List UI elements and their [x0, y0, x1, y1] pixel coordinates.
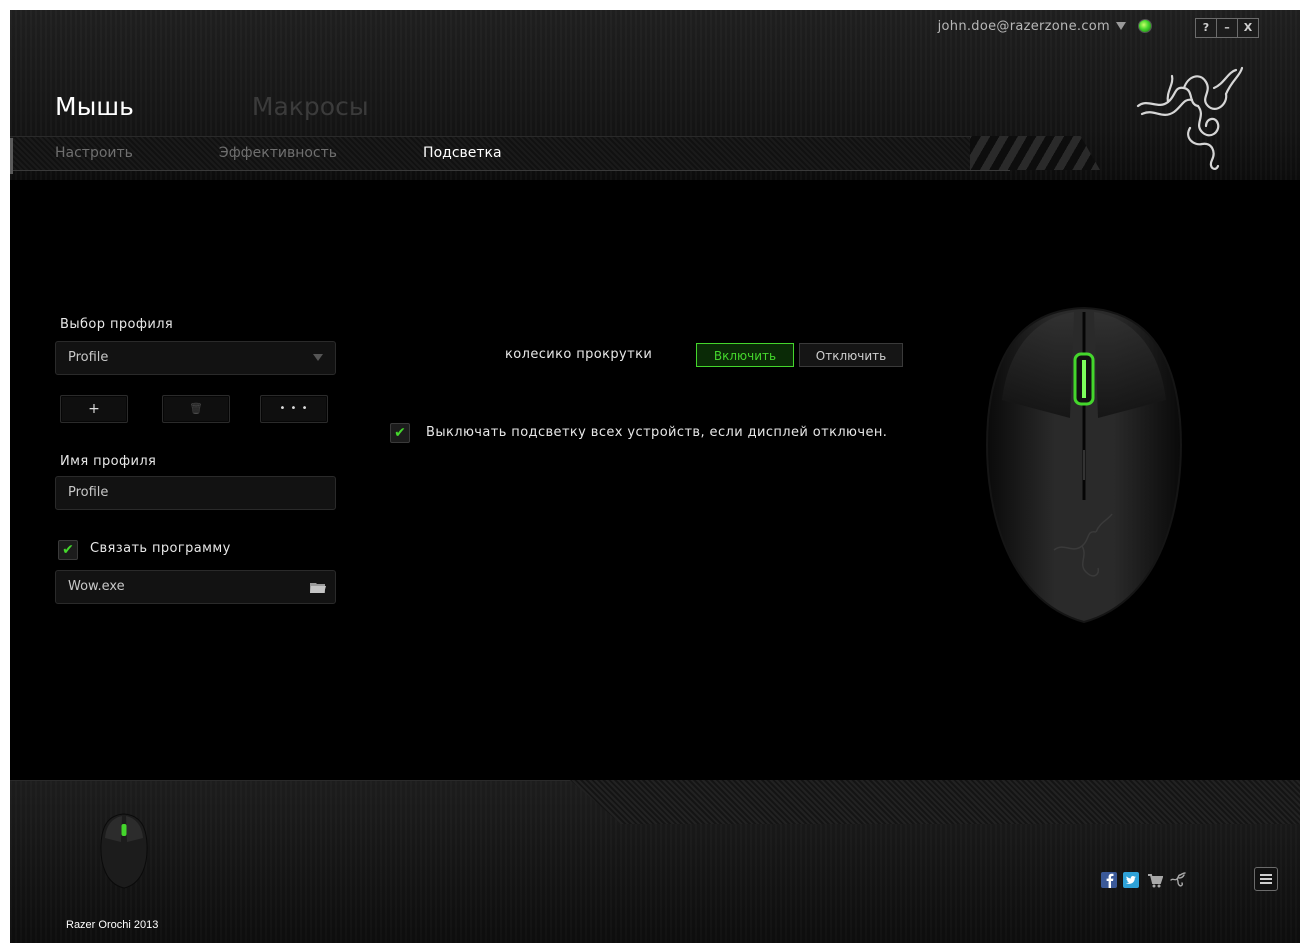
disable-button[interactable]: Отключить — [799, 343, 903, 367]
account-email[interactable]: john.doe@razerzone.com — [938, 19, 1110, 34]
sub-tab-bar-edge — [970, 136, 1100, 170]
sub-tabs: Настроить Эффективность Подсветка — [55, 145, 588, 161]
profile-select-label: Выбор профиля — [60, 317, 174, 332]
twitter-icon[interactable] — [1123, 872, 1139, 888]
status-dot-icon — [1138, 19, 1152, 33]
menu-icon-line — [1260, 882, 1272, 884]
profile-dropdown-value: Profile — [68, 350, 109, 365]
program-path-field[interactable]: Wow.exe — [55, 570, 336, 604]
more-options-button[interactable]: • • • — [260, 395, 328, 423]
mouse-image — [986, 306, 1182, 624]
scroll-wheel-label: колесико прокрутки — [505, 347, 653, 362]
menu-icon — [1260, 874, 1272, 876]
razer-logo-icon — [1136, 66, 1244, 170]
menu-button[interactable] — [1254, 867, 1278, 891]
device-thumbnail[interactable] — [96, 810, 152, 890]
link-program-label: Связать программу — [90, 541, 231, 556]
link-program-checkbox[interactable]: ✔ — [58, 540, 78, 560]
enable-button[interactable]: Включить — [696, 343, 794, 367]
folder-icon[interactable] — [310, 582, 326, 593]
trash-icon: 🗑 — [189, 402, 203, 415]
add-profile-button[interactable]: + — [60, 395, 128, 423]
display-off-checkbox[interactable]: ✔ — [390, 423, 410, 443]
main-tabs: Мышь Макросы — [55, 92, 369, 121]
account-dropdown-icon[interactable] — [1116, 22, 1126, 30]
device-name: Razer Orochi 2013 — [66, 919, 159, 931]
cart-icon[interactable] — [1147, 872, 1163, 888]
program-path-value: Wow.exe — [68, 579, 125, 594]
minimize-button[interactable]: – — [1216, 18, 1238, 38]
footer-stripe — [570, 780, 1300, 824]
tab-mouse[interactable]: Мышь — [55, 92, 134, 121]
tab-lighting[interactable]: Подсветка — [423, 145, 502, 161]
close-button[interactable]: X — [1237, 18, 1259, 38]
side-accent — [10, 138, 13, 174]
tab-performance[interactable]: Эффективность — [219, 145, 337, 161]
window-controls: ? – X — [1195, 18, 1259, 38]
razer-logo-icon[interactable] — [1170, 872, 1186, 888]
help-button[interactable]: ? — [1195, 18, 1217, 38]
tab-customize[interactable]: Настроить — [55, 145, 133, 161]
tab-macros[interactable]: Макросы — [252, 92, 369, 121]
divider — [10, 170, 1010, 171]
profile-dropdown[interactable]: Profile — [55, 341, 336, 375]
display-off-label: Выключать подсветку всех устройств, если… — [426, 425, 888, 440]
facebook-icon[interactable] — [1101, 872, 1117, 888]
profile-name-label: Имя профиля — [60, 454, 157, 469]
delete-profile-button[interactable]: 🗑 — [162, 395, 230, 423]
menu-icon-line — [1260, 878, 1272, 880]
chevron-down-icon — [313, 354, 323, 361]
synapse-window: john.doe@razerzone.com ? – X Мышь Макрос… — [10, 10, 1300, 943]
profile-name-field[interactable]: Profile — [55, 476, 336, 510]
